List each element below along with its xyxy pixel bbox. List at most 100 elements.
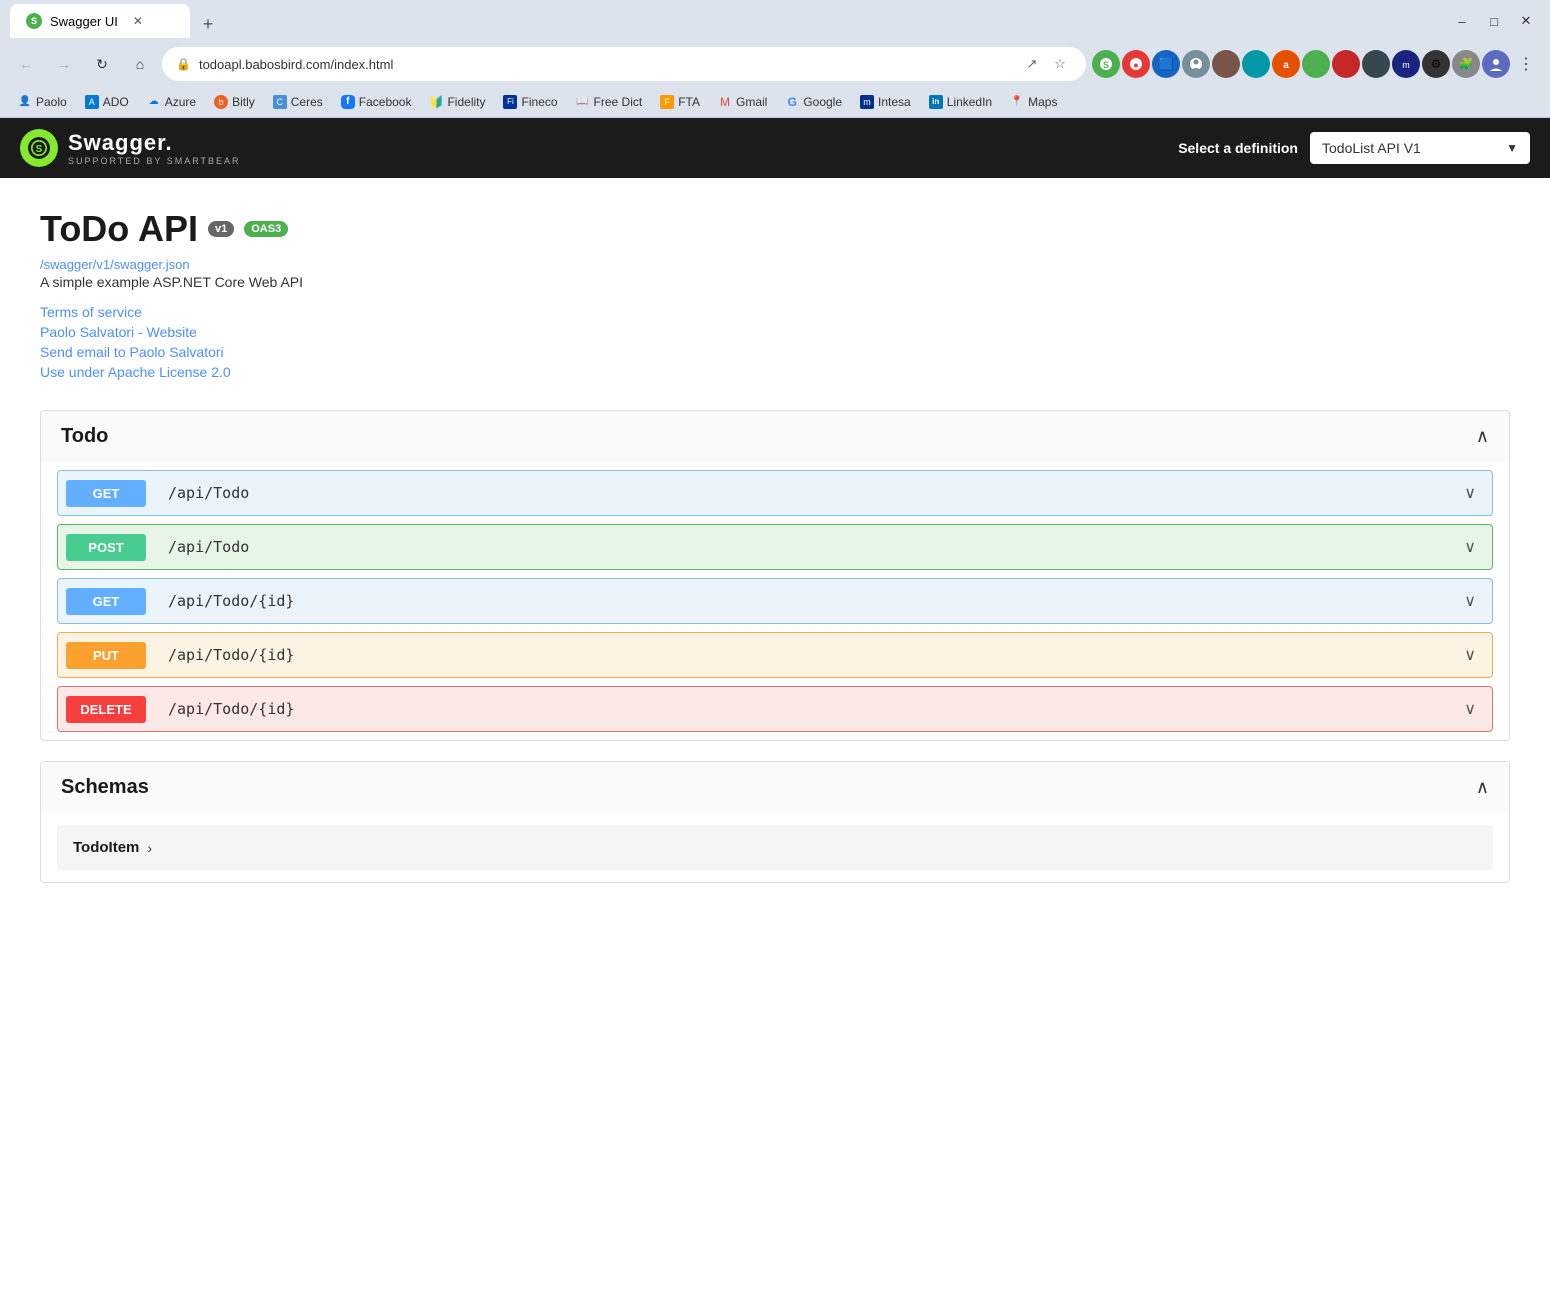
url-actions: ↗ ☆: [1020, 52, 1072, 76]
ext-icon-7[interactable]: a: [1272, 50, 1300, 78]
url-bar[interactable]: 🔒 todoapl.babosbird.com/index.html ↗ ☆: [162, 47, 1086, 81]
minimize-button[interactable]: –: [1448, 7, 1476, 35]
menu-button[interactable]: ⋮: [1512, 50, 1540, 78]
ext-icon-4[interactable]: [1182, 50, 1210, 78]
ext-icon-12[interactable]: ⚙: [1422, 50, 1450, 78]
ext-icon-9[interactable]: [1332, 50, 1360, 78]
bookmark-google[interactable]: G Google: [777, 92, 850, 112]
website-link[interactable]: Paolo Salvatori - Website: [40, 324, 1510, 340]
bookmark-linkedin-label: LinkedIn: [947, 95, 992, 109]
bookmark-maps[interactable]: 📍 Maps: [1002, 92, 1065, 112]
svg-text:S: S: [36, 144, 43, 155]
bookmark-ado-label: ADO: [103, 95, 129, 109]
bookmark-maps-icon: 📍: [1010, 95, 1024, 109]
endpoint-get-todo[interactable]: GET /api/Todo ∨: [57, 470, 1493, 516]
swagger-header: S Swagger. SUPPORTED BY SMARTBEAR Select…: [0, 118, 1550, 178]
svg-text:S: S: [1103, 60, 1109, 70]
swagger-logo: S Swagger. SUPPORTED BY SMARTBEAR: [20, 129, 241, 167]
reload-button[interactable]: ↻: [86, 48, 118, 80]
bookmark-ado[interactable]: A ADO: [77, 92, 137, 112]
endpoint-chevron-4: ∨: [1448, 645, 1492, 665]
endpoint-put-todo-id[interactable]: PUT /api/Todo/{id} ∨: [57, 632, 1493, 678]
share-icon[interactable]: ↗: [1020, 52, 1044, 76]
email-link[interactable]: Send email to Paolo Salvatori: [40, 344, 1510, 360]
bookmark-google-label: Google: [803, 95, 842, 109]
ext-icon-11[interactable]: m: [1392, 50, 1420, 78]
bookmark-paolo-label: Paolo: [36, 95, 67, 109]
schema-item-todoitem[interactable]: TodoItem ›: [57, 825, 1493, 870]
address-bar: ← → ↻ ⌂ 🔒 todoapl.babosbird.com/index.ht…: [0, 42, 1550, 86]
bookmark-gmail[interactable]: M Gmail: [710, 92, 775, 112]
api-description: A simple example ASP.NET Core Web API: [40, 274, 1510, 290]
bookmark-fidelity[interactable]: 🔰 Fidelity: [421, 92, 493, 112]
bookmark-intesa[interactable]: m Intesa: [852, 92, 919, 112]
bookmark-bitly-icon: b: [214, 95, 228, 109]
swagger-select-label: Select a definition: [1178, 140, 1298, 156]
swagger-brand-text: Swagger.: [68, 130, 241, 156]
license-link[interactable]: Use under Apache License 2.0: [40, 364, 1510, 380]
tab-close-button[interactable]: ✕: [130, 13, 146, 29]
maximize-button[interactable]: □: [1480, 7, 1508, 35]
todo-section-header[interactable]: Todo ∧: [41, 411, 1509, 462]
schemas-body: TodoItem ›: [41, 813, 1509, 882]
browser-tab[interactable]: S Swagger UI ✕: [10, 4, 190, 38]
close-button[interactable]: ✕: [1512, 7, 1540, 35]
method-badge-post: POST: [66, 534, 146, 561]
schemas-section-chevron: ∧: [1476, 777, 1489, 798]
extension-icons: S ● 🟦 a: [1092, 50, 1540, 78]
endpoint-get-todo-id[interactable]: GET /api/Todo/{id} ∨: [57, 578, 1493, 624]
api-title-row: ToDo API v1 OAS3: [40, 208, 1510, 250]
ext-icon-6[interactable]: [1242, 50, 1270, 78]
swagger-definition-select[interactable]: TodoList API V1: [1310, 132, 1530, 164]
api-url-link[interactable]: /swagger/v1/swagger.json: [40, 257, 190, 272]
bookmark-intesa-label: Intesa: [878, 95, 911, 109]
ext-icon-2[interactable]: ●: [1122, 50, 1150, 78]
forward-button[interactable]: →: [48, 48, 80, 80]
method-badge-put: PUT: [66, 642, 146, 669]
ext-icon-14[interactable]: [1482, 50, 1510, 78]
back-button[interactable]: ←: [10, 48, 42, 80]
ext-icon-3[interactable]: 🟦: [1152, 50, 1180, 78]
bookmark-linkedin[interactable]: in LinkedIn: [921, 92, 1000, 112]
schemas-section-header[interactable]: Schemas ∧: [41, 762, 1509, 813]
bookmark-azure-label: Azure: [165, 95, 196, 109]
endpoint-delete-todo-id[interactable]: DELETE /api/Todo/{id} ∨: [57, 686, 1493, 732]
terms-of-service-link[interactable]: Terms of service: [40, 304, 1510, 320]
tab-area: S Swagger UI ✕ +: [10, 4, 1440, 38]
bookmark-linkedin-icon: in: [929, 95, 943, 109]
endpoint-post-todo[interactable]: POST /api/Todo ∨: [57, 524, 1493, 570]
bookmark-ceres-icon: C: [273, 95, 287, 109]
new-tab-button[interactable]: +: [194, 10, 222, 38]
bookmark-bitly[interactable]: b Bitly: [206, 92, 263, 112]
endpoint-path-put-todo-id: /api/Todo/{id}: [154, 646, 1448, 664]
bookmark-fineco-label: Fineco: [521, 95, 557, 109]
bookmark-gmail-label: Gmail: [736, 95, 767, 109]
title-bar: S Swagger UI ✕ + – □ ✕: [0, 0, 1550, 42]
bookmark-maps-label: Maps: [1028, 95, 1057, 109]
home-button[interactable]: ⌂: [124, 48, 156, 80]
swagger-sub-text: SUPPORTED BY SMARTBEAR: [68, 156, 241, 166]
todo-section: Todo ∧ GET /api/Todo ∨ POST /api/Todo ∨: [40, 410, 1510, 741]
ext-icon-1[interactable]: S: [1092, 50, 1120, 78]
url-text: todoapl.babosbird.com/index.html: [199, 57, 1012, 72]
bookmark-facebook-icon: f: [341, 95, 355, 109]
bookmark-facebook[interactable]: f Facebook: [333, 92, 420, 112]
endpoint-path-get-todo: /api/Todo: [154, 484, 1448, 502]
bookmark-freedict[interactable]: 📖 Free Dict: [568, 92, 651, 112]
bookmark-paolo[interactable]: 👤 Paolo: [10, 92, 75, 112]
bookmark-freedict-icon: 📖: [576, 95, 590, 109]
ext-icon-13[interactable]: 🧩: [1452, 50, 1480, 78]
endpoint-chevron-1: ∨: [1448, 483, 1492, 503]
bookmark-fta[interactable]: F FTA: [652, 92, 708, 112]
ext-icon-8[interactable]: [1302, 50, 1330, 78]
window-controls: – □ ✕: [1448, 7, 1540, 35]
browser-window: S Swagger UI ✕ + – □ ✕ ← → ↻ ⌂ 🔒 todoapl…: [0, 0, 1550, 1300]
api-title: ToDo API: [40, 208, 198, 250]
bookmark-ceres[interactable]: C Ceres: [265, 92, 331, 112]
ext-icon-10[interactable]: [1362, 50, 1390, 78]
bookmark-fineco[interactable]: Fi Fineco: [495, 92, 565, 112]
ext-icon-5[interactable]: [1212, 50, 1240, 78]
method-badge-get-1: GET: [66, 480, 146, 507]
bookmark-icon[interactable]: ☆: [1048, 52, 1072, 76]
bookmark-azure[interactable]: ☁ Azure: [139, 92, 204, 112]
